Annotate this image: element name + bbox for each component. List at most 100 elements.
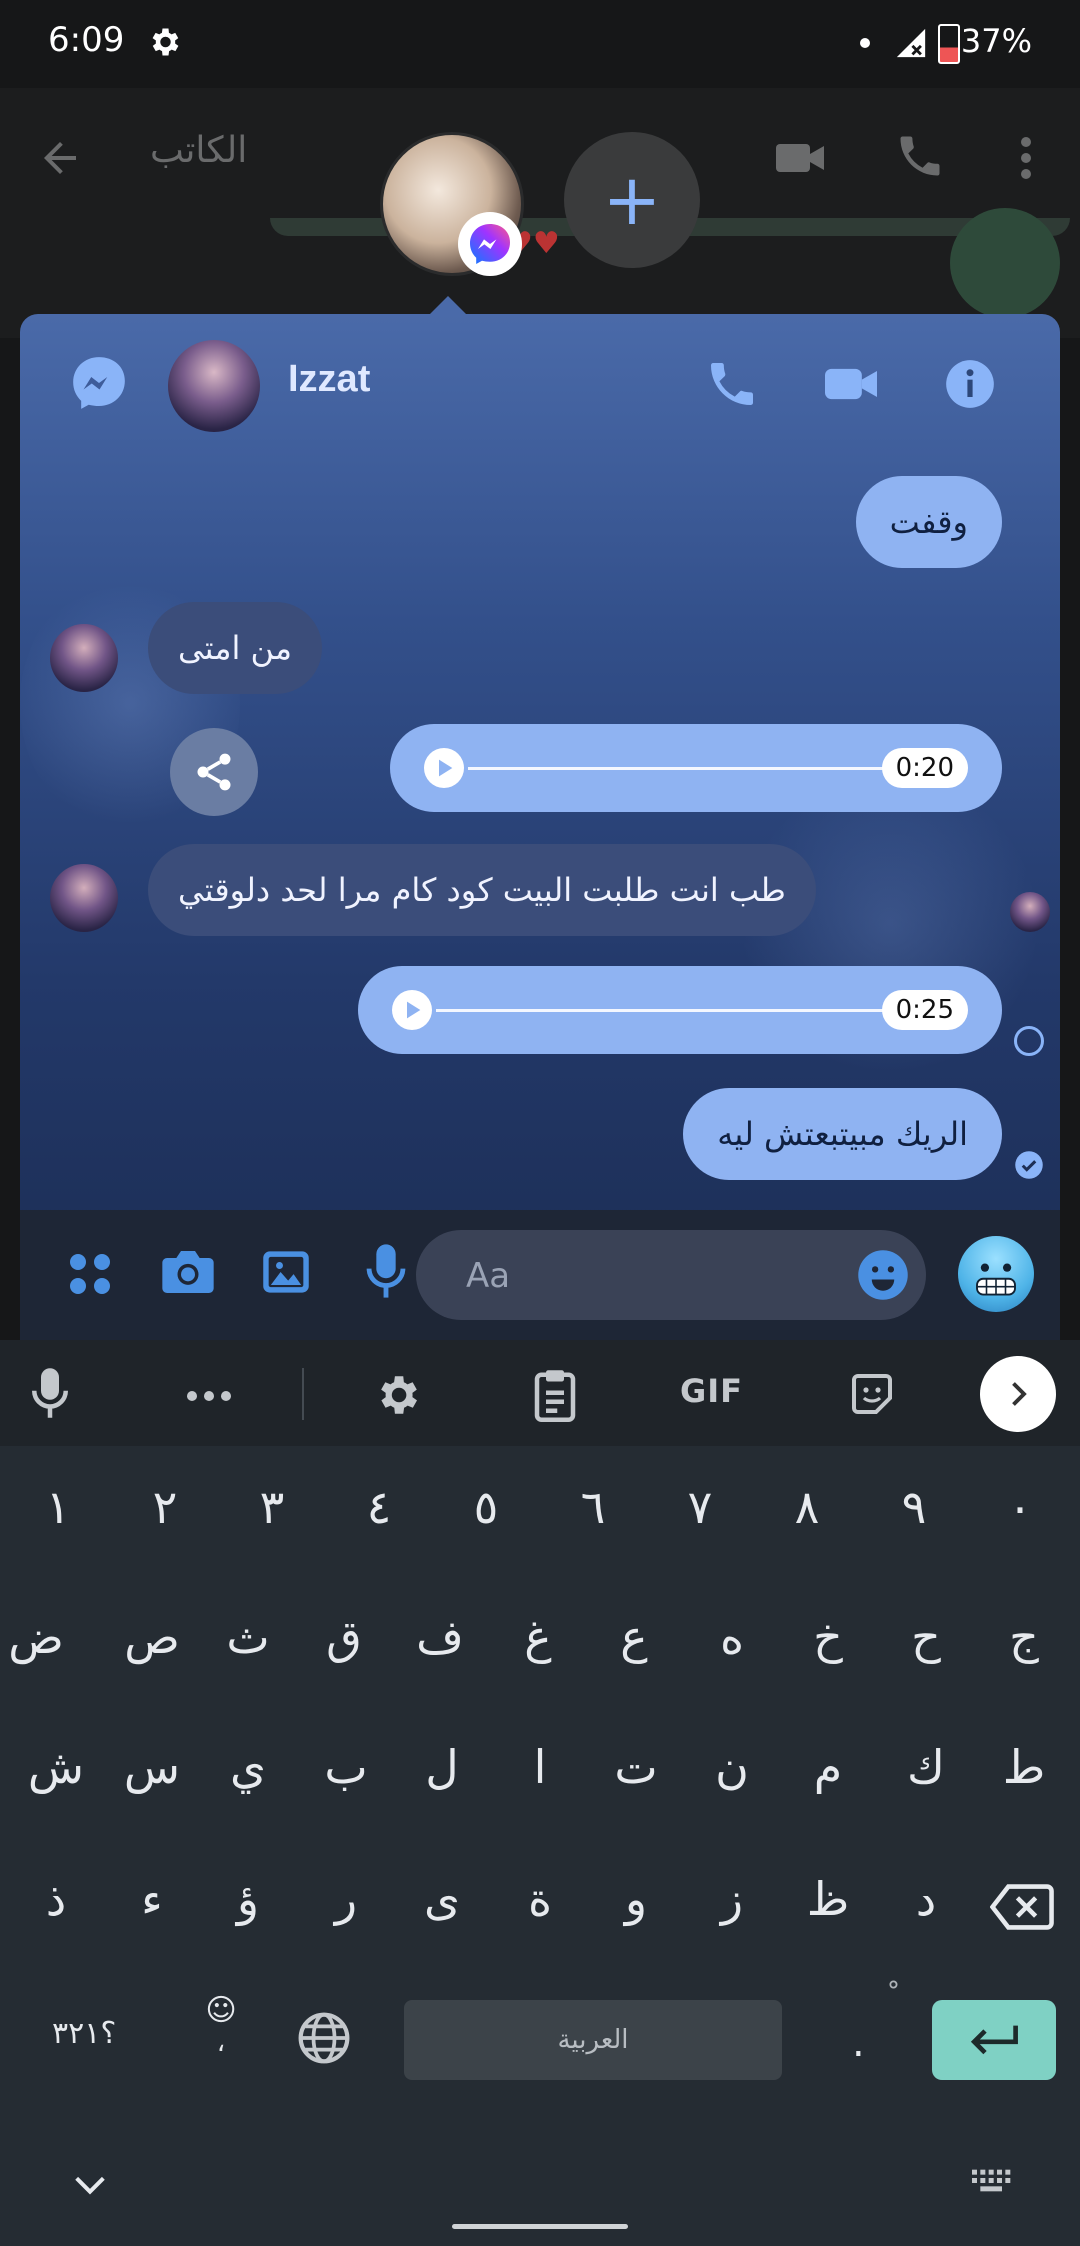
voice-input-icon[interactable]: [28, 1366, 72, 1420]
key[interactable]: ف: [392, 1610, 488, 1664]
key[interactable]: ش: [8, 1740, 104, 1794]
key[interactable]: ٧: [652, 1480, 748, 1534]
notification-dot-icon: [860, 38, 870, 48]
sticker-icon[interactable]: [848, 1370, 896, 1418]
message-bubble-outgoing[interactable]: وقفت: [855, 476, 1002, 568]
key[interactable]: ز: [684, 1872, 780, 1926]
key[interactable]: ط: [976, 1740, 1072, 1794]
key[interactable]: ب: [298, 1740, 394, 1794]
key[interactable]: ا: [492, 1740, 588, 1794]
key[interactable]: ظ: [780, 1872, 876, 1926]
key[interactable]: غ: [490, 1610, 586, 1664]
battery-icon: [938, 24, 960, 64]
messenger-chat-panel: Izzat وقفت من امتى 0:20 طب انت طلبت البي…: [20, 314, 1060, 1340]
key[interactable]: ض: [0, 1610, 84, 1664]
messenger-logo-icon[interactable]: [68, 352, 130, 414]
key[interactable]: ق: [296, 1610, 392, 1664]
hide-keyboard-icon[interactable]: [70, 2170, 110, 2200]
key[interactable]: ذ: [8, 1872, 104, 1926]
backspace-icon: [990, 1884, 1054, 1930]
period-key[interactable]: .: [852, 2020, 865, 2066]
share-button[interactable]: [170, 728, 258, 816]
key[interactable]: ر: [298, 1872, 394, 1926]
clipboard-icon[interactable]: [532, 1368, 578, 1422]
gesture-nav-bar[interactable]: [452, 2224, 628, 2229]
emoji-key[interactable]: ☺ ،: [196, 1994, 246, 2064]
key[interactable]: ة: [492, 1872, 588, 1926]
symbols-key[interactable]: ؟٣٢١: [52, 2016, 116, 2051]
key[interactable]: ح: [878, 1610, 974, 1664]
sending-status-icon: [1014, 1026, 1044, 1056]
space-bar-label: العربية: [557, 2025, 629, 2055]
message-text: وقفت: [889, 503, 968, 541]
keyboard-switch-icon[interactable]: [970, 2168, 1014, 2198]
audio-call-icon[interactable]: [704, 356, 760, 412]
globe-language-icon[interactable]: [296, 2010, 352, 2066]
key[interactable]: و: [588, 1872, 684, 1926]
contact-name[interactable]: Izzat: [288, 358, 370, 401]
expand-toolbar-button[interactable]: [980, 1356, 1056, 1432]
chevron-right-icon: [1012, 1382, 1027, 1406]
camera-icon[interactable]: [160, 1246, 216, 1298]
message-input-placeholder: Aa: [466, 1256, 511, 1296]
key[interactable]: ت: [588, 1740, 684, 1794]
delivered-check-icon: [1014, 1150, 1044, 1180]
more-options-icon[interactable]: [186, 1390, 232, 1402]
backspace-key[interactable]: [990, 1882, 1054, 1932]
space-bar[interactable]: العربية: [404, 2000, 782, 2080]
gallery-icon[interactable]: [260, 1246, 312, 1298]
emoji-icon[interactable]: [856, 1248, 910, 1302]
key[interactable]: ن: [684, 1740, 780, 1794]
key[interactable]: ى: [394, 1872, 490, 1926]
key[interactable]: ص: [104, 1610, 200, 1664]
key[interactable]: ث: [200, 1610, 296, 1664]
key[interactable]: ء: [104, 1872, 200, 1926]
apps-grid-icon[interactable]: [66, 1250, 114, 1298]
keyboard-settings-icon[interactable]: [372, 1370, 422, 1420]
sender-avatar[interactable]: [50, 864, 118, 932]
key[interactable]: ع: [586, 1610, 682, 1664]
key[interactable]: ك: [878, 1740, 974, 1794]
audio-message[interactable]: 0:20: [390, 724, 1002, 812]
key[interactable]: ٥: [438, 1480, 534, 1534]
key[interactable]: ج: [976, 1610, 1072, 1664]
key[interactable]: ه: [684, 1610, 780, 1664]
message-bubble-incoming[interactable]: طب انت طلبت البيت كود كام مرا لحد دلوقتي: [148, 844, 816, 936]
background-app-title: الكاتب: [150, 130, 248, 171]
audio-progress-track[interactable]: [468, 767, 888, 770]
enter-key[interactable]: [932, 2000, 1056, 2080]
add-chat-head-button[interactable]: +: [564, 132, 700, 268]
key[interactable]: ٦: [545, 1480, 641, 1534]
chat-head-pointer: [430, 296, 466, 314]
phone-icon: [894, 130, 946, 182]
key[interactable]: ٩: [866, 1480, 962, 1534]
key[interactable]: ؤ: [200, 1872, 296, 1926]
play-icon[interactable]: [424, 748, 464, 788]
contact-avatar[interactable]: [168, 340, 260, 432]
play-icon[interactable]: [392, 990, 432, 1030]
status-bar: 6:09 37%: [0, 0, 1080, 88]
key[interactable]: س: [104, 1740, 200, 1794]
message-bubble-outgoing[interactable]: الريك مبيتبعتش ليه: [683, 1088, 1002, 1180]
key[interactable]: ٢: [117, 1480, 213, 1534]
key[interactable]: م: [780, 1740, 876, 1794]
key[interactable]: ١: [10, 1480, 106, 1534]
key[interactable]: ٠: [972, 1480, 1068, 1534]
enter-arrow-icon: [970, 2025, 1018, 2055]
key[interactable]: د: [878, 1872, 974, 1926]
gif-button[interactable]: GIF: [680, 1372, 743, 1410]
key[interactable]: ي: [200, 1740, 296, 1794]
audio-progress-track[interactable]: [436, 1009, 888, 1012]
quick-reaction-emoji-icon[interactable]: [958, 1236, 1034, 1312]
key[interactable]: ٤: [331, 1480, 427, 1534]
video-call-icon[interactable]: [820, 358, 882, 410]
key[interactable]: ل: [394, 1740, 490, 1794]
info-icon[interactable]: [944, 358, 996, 410]
sender-avatar[interactable]: [50, 624, 118, 692]
microphone-icon[interactable]: [364, 1242, 408, 1300]
key[interactable]: خ: [780, 1610, 876, 1664]
message-bubble-incoming[interactable]: من امتى: [148, 602, 323, 694]
key[interactable]: ٨: [759, 1480, 855, 1534]
key[interactable]: ٣: [224, 1480, 320, 1534]
audio-message[interactable]: 0:25: [358, 966, 1002, 1054]
